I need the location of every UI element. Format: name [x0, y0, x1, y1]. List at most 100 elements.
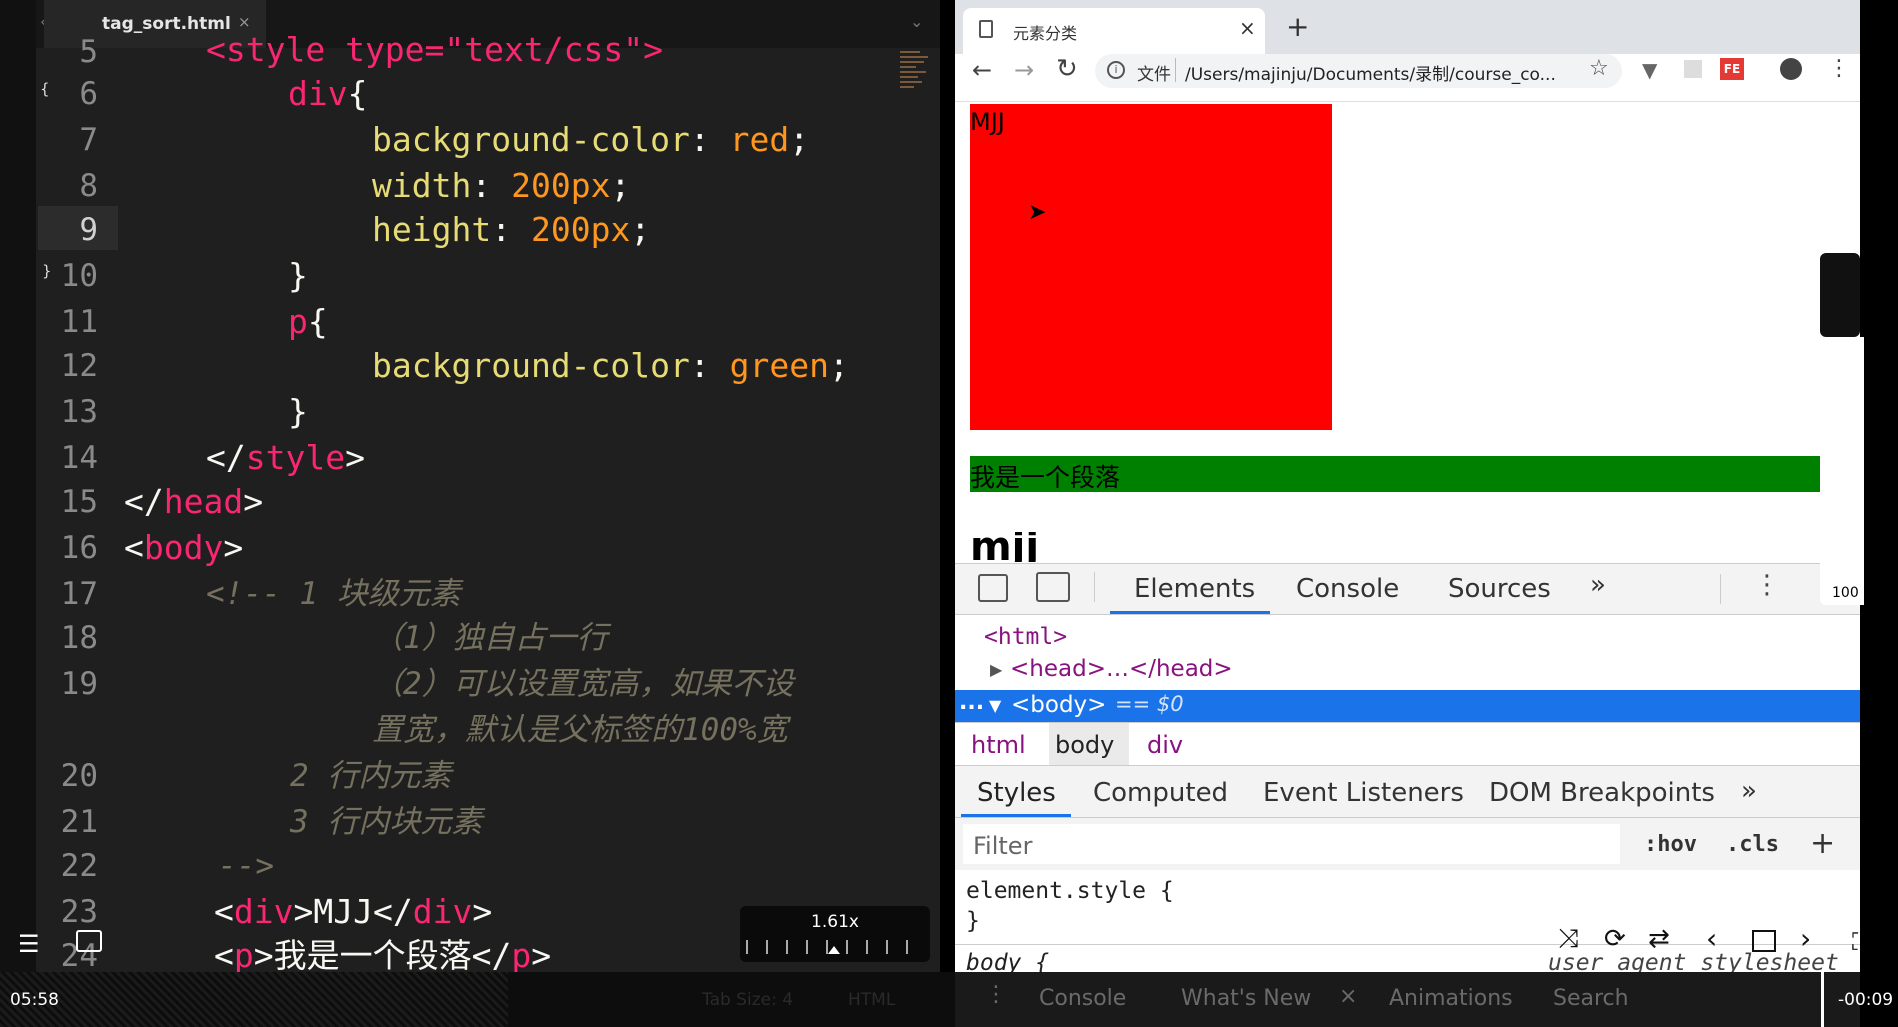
speaker-icon[interactable]: 🔊︎ — [1830, 626, 1848, 660]
devtools-tab-sources[interactable]: Sources — [1448, 574, 1551, 604]
line-number: 5 — [79, 34, 98, 70]
code-line-24[interactable]: <p>我是一个段落</p> — [214, 934, 551, 972]
info-icon[interactable]: i — [1107, 61, 1125, 79]
code-line-12[interactable]: background-color: green; — [372, 344, 849, 388]
class-toggle[interactable]: .cls — [1726, 832, 1779, 857]
loop-settings-icon[interactable]: ⇄ — [1648, 924, 1670, 954]
code-line-16[interactable]: <body> — [124, 526, 243, 570]
video-control-bar[interactable]: 05:58 Tab Size: 4 HTML — [0, 972, 955, 1027]
paragraph-text: 我是一个段落 — [970, 463, 1121, 492]
new-style-rule-button[interactable]: + — [1810, 826, 1835, 861]
dom-node-head[interactable]: <head>…</head> — [1010, 656, 1233, 682]
styles-filter-input[interactable]: Filter — [963, 824, 1620, 864]
new-tab-button[interactable]: + — [1286, 10, 1309, 43]
tab-dropdown-icon[interactable]: ⌄ — [910, 12, 923, 31]
code-line-11[interactable]: p{ — [288, 300, 328, 344]
code-line-19b[interactable]: 置宽，默认是父标签的100%宽 — [372, 708, 788, 752]
code-line-5[interactable]: <style type="text/css"> — [206, 28, 663, 72]
code-line-19a[interactable]: （2）可以设置宽高，如果不设 — [372, 662, 794, 706]
breadcrumb-body[interactable]: body — [1055, 731, 1114, 759]
extension-grid-icon[interactable] — [1684, 60, 1702, 78]
node-actions-icon[interactable]: ... — [959, 690, 984, 715]
code-line-6[interactable]: div{ — [288, 72, 367, 116]
devtools-tab-console[interactable]: Console — [1296, 574, 1399, 604]
code-line-13[interactable]: } — [288, 390, 308, 434]
code-line-20[interactable]: 2 行内元素 — [290, 754, 451, 798]
code-line-23[interactable]: <div>MJJ</div> — [214, 890, 492, 934]
progress-played[interactable] — [0, 972, 508, 1027]
code-line-18[interactable]: （1）独自占一行 — [372, 616, 608, 660]
body-tag-text: <body> — [1011, 692, 1107, 718]
active-tab-indicator — [1110, 611, 1270, 614]
code-line-8[interactable]: width: 200px; — [372, 164, 630, 208]
tab-close-icon[interactable]: × — [1239, 16, 1256, 40]
side-handle[interactable] — [1820, 253, 1860, 337]
previous-icon[interactable]: ‹ — [1706, 922, 1717, 955]
code-editor[interactable]: ‹ › tag_sort.html × ⌄ { } 5 6 7 8 9 10 1… — [0, 0, 940, 972]
reload-icon[interactable]: ↻ — [1056, 54, 1078, 84]
extension-vue-icon[interactable]: ▼ — [1642, 58, 1657, 82]
shuffle-icon[interactable]: ⤨ — [1558, 924, 1579, 955]
tab-styles[interactable]: Styles — [977, 778, 1056, 808]
devtools-menu-icon[interactable]: ⋮ — [1754, 570, 1780, 600]
line-number: 9 — [79, 212, 98, 248]
code-line-15[interactable]: </head> — [124, 480, 263, 524]
line-number: 8 — [79, 168, 98, 204]
tab-dom-breakpoints[interactable]: DOM Breakpoints — [1489, 778, 1715, 808]
browser-menu-icon[interactable]: ⋮ — [1828, 56, 1850, 81]
hover-state-toggle[interactable]: :hov — [1644, 832, 1697, 857]
menu-icon[interactable]: ☰ — [18, 930, 40, 958]
inspect-element-icon[interactable] — [978, 574, 1008, 602]
extension-fe-icon[interactable]: FE — [1720, 58, 1744, 80]
next-icon[interactable]: › — [1800, 922, 1811, 955]
drawer-tab-search[interactable]: Search — [1553, 986, 1629, 1011]
address-bar[interactable]: i 文件 /Users/majinju/Documents/录制/course_… — [1095, 54, 1622, 88]
repeat-icon[interactable]: ⟳ — [1604, 924, 1626, 954]
browser-tab[interactable]: 元素分类 × — [963, 8, 1265, 54]
code-line-9[interactable]: height: 200px; — [372, 208, 650, 252]
dom-node-body-selected[interactable]: ... ▼ <body> == $0 — [955, 690, 1860, 722]
code-line-14[interactable]: </style> — [206, 436, 365, 480]
expand-arrow-icon[interactable]: ▶ — [990, 660, 1002, 679]
drawer-tab-whats-new[interactable]: What's New — [1181, 986, 1311, 1011]
collapse-arrow-icon[interactable]: ▼ — [989, 696, 1001, 715]
progress-playhead[interactable] — [1821, 972, 1824, 1027]
device-toolbar-icon[interactable] — [1036, 572, 1070, 602]
code-line-7[interactable]: background-color: red; — [372, 118, 809, 162]
code-line-22[interactable]: --> — [218, 844, 274, 888]
profile-avatar-icon[interactable] — [1780, 58, 1802, 80]
minimap[interactable] — [900, 48, 936, 138]
tab-computed[interactable]: Computed — [1093, 778, 1228, 808]
devtools-drawer-tabbar: ⋮ Console What's New × Animations Search — [955, 972, 1860, 1027]
forward-icon[interactable]: → — [1014, 56, 1034, 84]
url-scheme-label: 文件 — [1137, 65, 1171, 85]
volume-slider[interactable]: 100 — [1820, 337, 1864, 605]
line-number: 22 — [60, 848, 98, 884]
player-side-panel — [1860, 0, 1898, 1027]
speed-marker-icon[interactable] — [828, 946, 840, 954]
editor-status-tabsize: Tab Size: 4 — [702, 990, 794, 1010]
breadcrumb-div[interactable]: div — [1147, 731, 1183, 759]
devtools-tab-elements[interactable]: Elements — [1134, 574, 1255, 604]
code-line-17[interactable]: <!-- 1 块级元素 — [206, 572, 461, 616]
url-text[interactable]: /Users/majinju/Documents/录制/course_co... — [1185, 60, 1556, 85]
playlist-icon[interactable] — [1752, 930, 1776, 952]
code-line-21[interactable]: 3 行内块元素 — [290, 800, 482, 844]
back-icon[interactable]: ← — [972, 56, 992, 84]
breadcrumb: html body div — [955, 722, 1860, 766]
drawer-menu-icon[interactable]: ⋮ — [985, 982, 1007, 1007]
css-property: background-color — [372, 346, 690, 385]
code-line-10[interactable]: } — [288, 254, 308, 298]
drawer-tab-console[interactable]: Console — [1039, 986, 1126, 1011]
more-tabs-icon[interactable]: » — [1590, 570, 1606, 600]
breadcrumb-html[interactable]: html — [971, 731, 1026, 759]
drawer-tab-animations[interactable]: Animations — [1389, 986, 1513, 1011]
drawer-tab-close-icon[interactable]: × — [1339, 984, 1357, 1009]
element-style-rule[interactable]: element.style { — [966, 878, 1174, 904]
subtitle-icon[interactable] — [76, 930, 102, 952]
more-subtabs-icon[interactable]: » — [1741, 776, 1757, 806]
bookmark-star-icon[interactable]: ☆ — [1589, 56, 1609, 81]
tab-event-listeners[interactable]: Event Listeners — [1263, 778, 1464, 808]
dom-node-html[interactable]: <html> — [984, 624, 1067, 650]
playback-speed-control[interactable]: 1.61x — [740, 906, 930, 962]
